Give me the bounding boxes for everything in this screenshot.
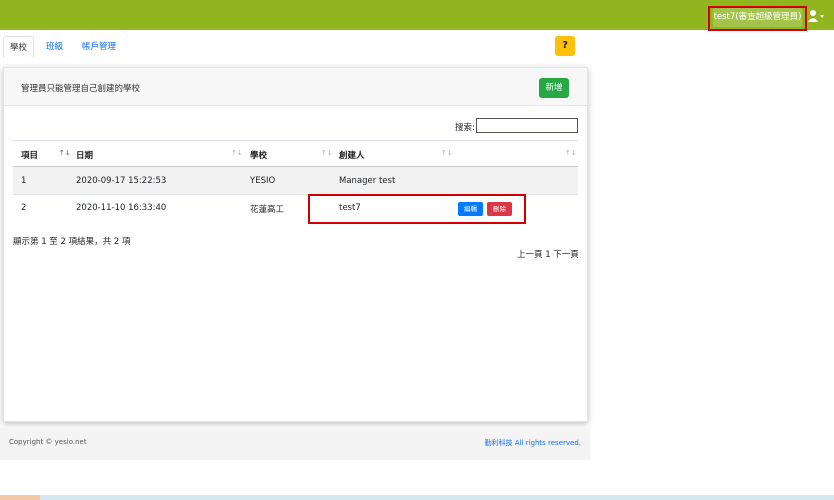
help-button[interactable]: ? [555,36,575,56]
row-date: 2020-11-10 16:33:40 [76,203,167,213]
caret-down-icon [820,15,824,18]
row-id: 1 [21,176,27,186]
row-school: YESIO [250,176,276,186]
add-button[interactable]: 新增 [539,78,569,98]
search-label: 搜索: [455,123,475,133]
bottom-strip [0,495,834,500]
sort-icon[interactable]: ↑↓ [565,149,577,157]
sort-icon[interactable]: ↑↓ [321,149,333,157]
footer: Copyright © yesio.net 勤利科技 All rights re… [0,428,590,460]
column-header-school[interactable]: 學校 [250,149,267,161]
tab-class[interactable]: 班級 [40,36,69,58]
user-icon[interactable] [808,9,826,23]
company-link[interactable]: 勤利科技 All rights reserved. [485,438,581,448]
tab-school[interactable]: 學校 [3,36,35,58]
table-row: 1 2020-09-17 15:22:53 YESIO Manager test [13,167,578,194]
highlight-box-row [308,194,526,224]
highlight-box-user [708,6,807,31]
row-date: 2020-09-17 15:22:53 [76,176,167,186]
row-id: 2 [21,203,27,213]
table-info: 顯示第 1 至 2 項結果，共 2 項 [13,237,131,247]
panel-title: 管理員只能管理自己創建的學校 [21,84,141,94]
sort-icon[interactable]: ↑↓ [231,149,243,157]
column-header-date[interactable]: 日期 [76,149,93,161]
row-school: 花蓮高工 [250,205,285,215]
sort-asc-icon[interactable]: ↑↓ [59,149,71,157]
tab-account-management[interactable]: 帳戶管理 [76,36,122,58]
column-header-creator[interactable]: 創建人 [339,149,365,161]
school-panel: 管理員只能管理自己創建的學校 新增 搜索: 項目 ↑↓ 日期 ↑↓ 學校 ↑↓ … [3,67,588,422]
tab-bar: 學校 班級 帳戶管理 [0,36,834,58]
row-creator: Manager test [339,176,396,186]
table-top-border [13,140,578,141]
sort-icon[interactable]: ↑↓ [441,149,453,157]
search-input[interactable] [476,118,578,133]
copyright-text: Copyright © yesio.net [9,438,87,446]
panel-header: 管理員只能管理自己創建的學校 新增 [4,68,587,106]
column-header-item[interactable]: 項目 [21,149,38,161]
pagination[interactable]: 上一頁 1 下一頁 [517,248,579,260]
bottom-strip-accent [0,495,40,500]
